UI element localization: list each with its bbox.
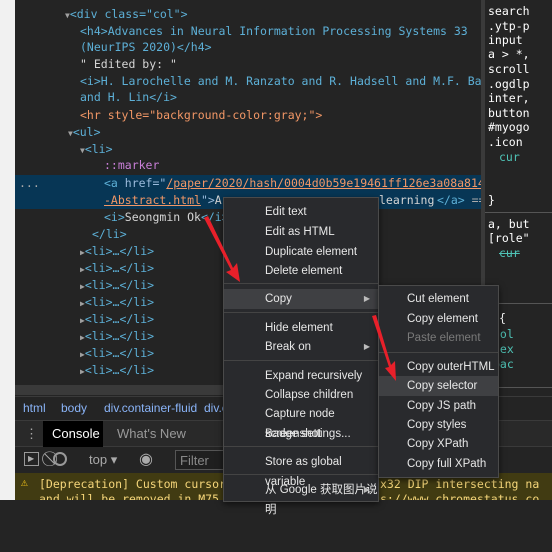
annotation-arrows — [204, 216, 396, 381]
red-arrow-1 — [204, 216, 240, 282]
red-arrow-2 — [372, 315, 396, 381]
